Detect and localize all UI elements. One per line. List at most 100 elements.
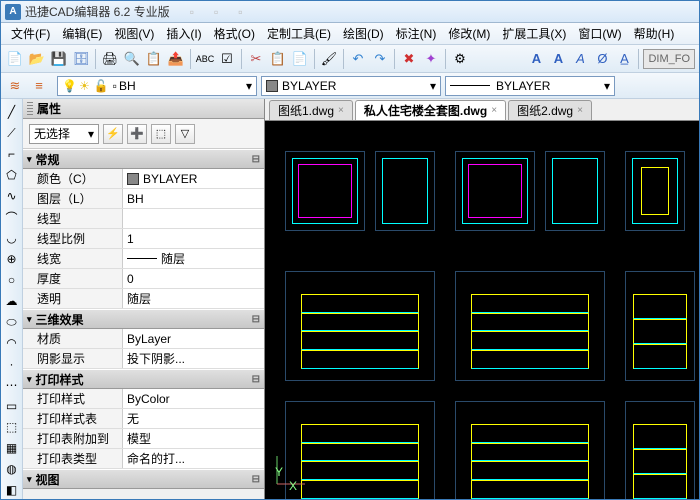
property-value[interactable]: 0 (123, 269, 264, 288)
line-icon[interactable]: ╱ (3, 103, 21, 121)
menu-item[interactable]: 格式(O) (208, 23, 261, 44)
property-row[interactable]: 材质ByLayer (23, 329, 264, 349)
match-icon[interactable]: 🖌 (319, 49, 339, 69)
property-value[interactable]: 命名的打... (123, 449, 264, 468)
pickadd-icon[interactable]: ➕ (127, 124, 147, 144)
menu-item[interactable]: 文件(F) (5, 23, 56, 44)
menu-item[interactable]: 帮助(H) (628, 23, 681, 44)
export-icon[interactable]: 📤 (166, 49, 186, 69)
block-icon[interactable]: ▭ (3, 397, 21, 415)
property-row[interactable]: 阴影显示投下阴影... (23, 349, 264, 369)
menu-item[interactable]: 窗口(W) (572, 23, 627, 44)
property-value[interactable]: 随层 (123, 249, 264, 268)
cut-icon[interactable]: ✂ (246, 49, 266, 69)
arc-icon[interactable]: ⌒ (3, 208, 21, 226)
point-icon[interactable]: · (3, 355, 21, 373)
preview-icon[interactable]: 🔍 (122, 49, 142, 69)
property-row[interactable]: 打印表类型命名的打... (23, 449, 264, 469)
revcloud-icon[interactable]: ☁ (3, 292, 21, 310)
save-icon[interactable]: 💾 (49, 49, 69, 69)
purge-icon[interactable]: ✦ (421, 49, 441, 69)
ellipse-icon[interactable]: ⬭ (3, 313, 21, 331)
property-group-header[interactable]: ▾打印样式⊟ (23, 369, 264, 389)
ellipse-arc-icon[interactable]: ◠ (3, 334, 21, 352)
menu-item[interactable]: 绘图(D) (337, 23, 390, 44)
property-value[interactable] (123, 209, 264, 228)
property-group-header[interactable]: ▾视图⊟ (23, 469, 264, 489)
erase-icon[interactable]: ✖ (399, 49, 419, 69)
property-row[interactable]: 线型比例1 (23, 229, 264, 249)
copy-icon[interactable]: 📋 (268, 49, 288, 69)
property-row[interactable]: 颜色（C）BYLAYER (23, 169, 264, 189)
property-value[interactable]: ByLayer (123, 329, 264, 348)
insert-icon[interactable]: ⬚ (3, 418, 21, 436)
property-value[interactable]: BH (123, 189, 264, 208)
text-a5-icon[interactable]: A̲ (614, 49, 634, 69)
layer-states-icon[interactable]: ≡ (29, 76, 49, 96)
grip-icon[interactable] (27, 102, 33, 116)
linetype-combo[interactable]: BYLAYER ▾ (445, 76, 615, 96)
menu-item[interactable]: 标注(N) (390, 23, 443, 44)
text-a4-icon[interactable]: Ø (592, 49, 612, 69)
selection-combo[interactable]: 无选择▾ (29, 124, 99, 144)
document-tab[interactable]: 图纸1.dwg× (269, 100, 353, 120)
gradient-icon[interactable]: ◍ (3, 460, 21, 478)
spline-icon[interactable]: ∿ (3, 187, 21, 205)
settings-icon[interactable]: ⚙ (450, 49, 470, 69)
property-row[interactable]: 图层（L）BH (23, 189, 264, 209)
text-a2-icon[interactable]: A (548, 49, 568, 69)
text-a3-icon[interactable]: A (570, 49, 590, 69)
property-row[interactable]: 打印样式ByColor (23, 389, 264, 409)
color-combo[interactable]: BYLAYER ▾ (261, 76, 441, 96)
property-value[interactable]: 随层 (123, 289, 264, 308)
property-row[interactable]: 打印表附加到模型 (23, 429, 264, 449)
menu-item[interactable]: 视图(V) (108, 23, 160, 44)
text-a1-icon[interactable]: A (526, 49, 546, 69)
property-row[interactable]: 透明随层 (23, 289, 264, 309)
close-icon[interactable]: × (491, 105, 497, 116)
region-icon[interactable]: ◧ (3, 481, 21, 499)
property-group-header[interactable]: ▾三维效果⊟ (23, 309, 264, 329)
print-icon[interactable]: 🖨 (100, 49, 120, 69)
property-value[interactable]: BYLAYER (123, 169, 264, 188)
menu-item[interactable]: 编辑(E) (56, 23, 108, 44)
open-icon[interactable]: 📂 (27, 49, 47, 69)
property-row[interactable]: 线型 (23, 209, 264, 229)
layer-combo[interactable]: 💡☀🔓▫ BH ▾ (57, 76, 257, 96)
paste-icon[interactable]: 📄 (290, 49, 310, 69)
undo-icon[interactable]: ↶ (348, 49, 368, 69)
spell-icon[interactable]: ABC (195, 49, 215, 69)
pline-icon[interactable]: ⌐ (3, 145, 21, 163)
quickselect-icon[interactable]: ⚡ (103, 124, 123, 144)
property-row[interactable]: 线宽随层 (23, 249, 264, 269)
saveall-icon[interactable]: 🗄 (71, 49, 91, 69)
property-row[interactable]: 打印样式表无 (23, 409, 264, 429)
menu-item[interactable]: 扩展工具(X) (496, 23, 572, 44)
menu-item[interactable]: 修改(M) (442, 23, 496, 44)
filter-icon[interactable]: ▽ (175, 124, 195, 144)
dimstyle-combo[interactable]: DIM_FO (643, 49, 695, 69)
select-icon[interactable]: ⬚ (151, 124, 171, 144)
property-row[interactable]: 厚度0 (23, 269, 264, 289)
new-icon[interactable]: 📄 (5, 49, 25, 69)
property-value[interactable]: 1 (123, 229, 264, 248)
divide-icon[interactable]: ⋯ (3, 376, 21, 394)
circle-xy-icon[interactable]: ⊕ (3, 250, 21, 268)
menu-item[interactable]: 插入(I) (160, 23, 207, 44)
property-group-header[interactable]: ▾常规⊟ (23, 149, 264, 169)
xline-icon[interactable]: ⟋ (3, 124, 21, 142)
property-value[interactable]: 模型 (123, 429, 264, 448)
document-tab[interactable]: 图纸2.dwg× (508, 100, 592, 120)
plot-icon[interactable]: 📋 (144, 49, 164, 69)
hatch-icon[interactable]: ▦ (3, 439, 21, 457)
close-icon[interactable]: × (577, 105, 583, 116)
property-value[interactable]: ByColor (123, 389, 264, 408)
find-icon[interactable]: ☑ (217, 49, 237, 69)
layer-manager-icon[interactable]: ≋ (5, 76, 25, 96)
property-value[interactable]: 投下阴影... (123, 349, 264, 368)
arc2-icon[interactable]: ◡ (3, 229, 21, 247)
panel-header[interactable]: 属性 (23, 99, 264, 119)
polygon-icon[interactable]: ⬠ (3, 166, 21, 184)
menu-item[interactable]: 定制工具(E) (261, 23, 337, 44)
close-icon[interactable]: × (338, 105, 344, 116)
